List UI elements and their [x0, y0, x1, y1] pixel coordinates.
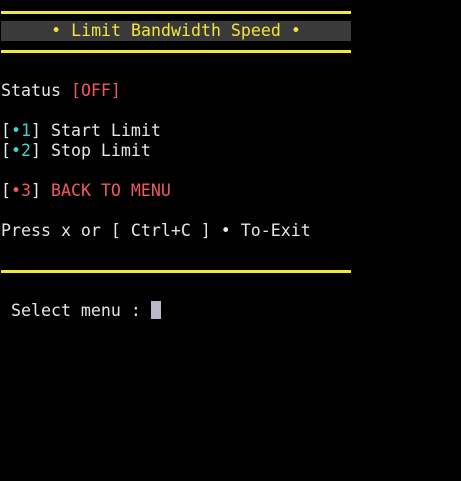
menu-item-label: Stop Limit: [50, 141, 151, 160]
menu-item-back-to-menu: [•3] BACK TO MENU: [1, 181, 171, 201]
prompt-label: Select menu :: [11, 301, 151, 320]
top-divider: [1, 11, 351, 14]
select-menu-prompt[interactable]: Select menu :: [11, 301, 161, 321]
bracket-open: [: [1, 121, 11, 140]
status-badge: [OFF]: [70, 81, 121, 100]
bracket-open: [: [1, 181, 11, 200]
bracket-close: ]: [30, 181, 41, 200]
menu-item-number: •2: [11, 141, 31, 160]
menu-item-number: •3: [11, 181, 31, 200]
title-divider: [1, 50, 351, 53]
bracket-open: [: [1, 141, 11, 160]
menu-item-stop-limit: [•2] Stop Limit: [1, 141, 151, 161]
menu-item-number: •1: [11, 121, 31, 140]
menu-item-start-limit: [•1] Start Limit: [1, 121, 161, 141]
exit-hint: Press x or [ Ctrl+C ] • To-Exit: [1, 221, 311, 240]
menu-item-label: Start Limit: [50, 121, 161, 140]
status-line: Status [OFF]: [1, 81, 121, 101]
page-title: • Limit Bandwidth Speed •: [1, 21, 351, 41]
status-label: Status: [1, 81, 61, 100]
bracket-close: ]: [30, 141, 41, 160]
menu-item-label: BACK TO MENU: [50, 181, 171, 200]
text-cursor[interactable]: [150, 301, 161, 319]
bottom-divider: [1, 270, 351, 273]
terminal-window[interactable]: • Limit Bandwidth Speed • Status [OFF] […: [0, 0, 461, 481]
bracket-close: ]: [30, 121, 41, 140]
